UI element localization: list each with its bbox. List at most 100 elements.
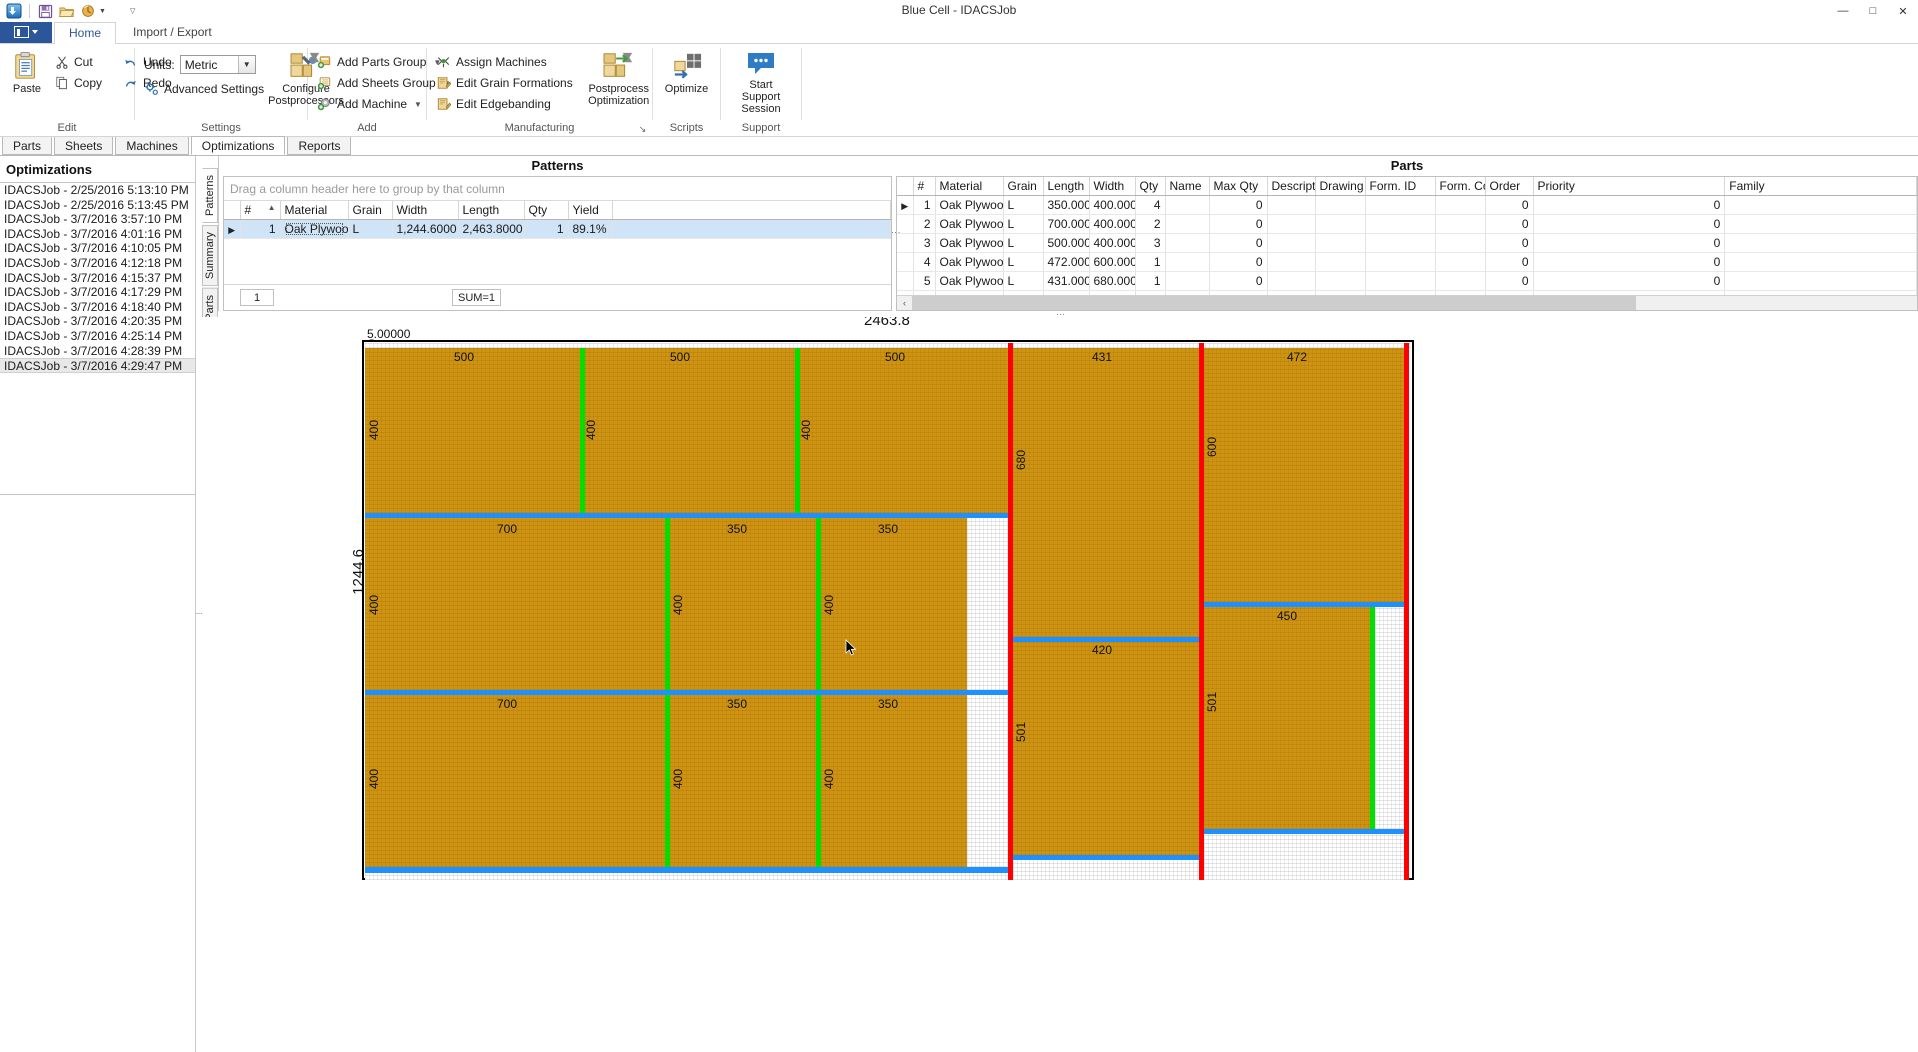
list-item[interactable]: IDACSJob - 3/7/2016 4:01:16 PM — [0, 227, 195, 242]
part-700x400-a[interactable] — [365, 518, 665, 690]
cut-button[interactable]: Cut — [51, 52, 109, 72]
tab-reports[interactable]: Reports — [287, 136, 352, 155]
list-item[interactable]: IDACSJob - 2/25/2016 5:13:10 PM — [0, 183, 195, 198]
scroll-track[interactable] — [912, 295, 1917, 310]
patterns-col-material[interactable]: Material — [280, 201, 349, 220]
app-icon[interactable] — [4, 1, 24, 21]
add-machine-label: Add Machine — [337, 97, 408, 111]
list-item[interactable]: IDACSJob - 3/7/2016 3:57:10 PM — [0, 212, 195, 227]
minimize-button[interactable]: — — [1828, 0, 1858, 22]
window-controls: — □ ✕ — [1828, 0, 1918, 22]
vtab-summary[interactable]: Summary — [202, 224, 218, 287]
parts-col-priority[interactable]: Priority — [1533, 177, 1726, 196]
parts-horizontal-scrollbar[interactable]: ‹ — [897, 295, 1917, 310]
optimize-button[interactable]: Optimize — [658, 48, 715, 98]
parts-col-material[interactable]: Material — [935, 177, 1004, 196]
parts-col-order[interactable]: Order — [1485, 177, 1534, 196]
ribbon-tab-import-export[interactable]: Import / Export — [118, 21, 227, 43]
list-item[interactable]: IDACSJob - 3/7/2016 4:20:35 PM — [0, 314, 195, 329]
part-350x400-c[interactable] — [670, 695, 816, 867]
part-500x400-c[interactable] — [800, 348, 1010, 513]
parts-col-drawing[interactable]: Drawing — [1315, 177, 1366, 196]
save-icon[interactable] — [35, 1, 55, 21]
tab-machines[interactable]: Machines — [115, 136, 189, 155]
table-row[interactable]: 3 Oak Plywood L 500.0000 400.0000 3 0 — [897, 233, 1917, 253]
list-item[interactable]: IDACSJob - 3/7/2016 4:10:05 PM — [0, 241, 195, 256]
parts-col-description[interactable]: Description — [1267, 177, 1316, 196]
file-menu-button[interactable] — [0, 21, 52, 43]
chevron-down-icon[interactable]: ▼ — [99, 8, 106, 15]
list-item[interactable]: IDACSJob - 3/7/2016 4:28:39 PM — [0, 344, 195, 359]
parts-col-length[interactable]: Length — [1043, 177, 1090, 196]
patterns-main: Patterns Drag a column header here to gr… — [219, 156, 896, 311]
part-350x400-b[interactable] — [821, 518, 967, 690]
scroll-thumb[interactable] — [912, 295, 1636, 310]
patterns-col-length[interactable]: Length — [458, 201, 525, 220]
parts-col-formcoord[interactable]: Form. Coord — [1435, 177, 1486, 196]
table-row[interactable]: ▶ 1 Oak Plywood L 350.0000 400.0000 4 0 — [897, 195, 1917, 215]
part-500x400-b[interactable] — [585, 348, 800, 513]
part-420x501[interactable] — [1013, 642, 1199, 855]
manufacturing-dialog-launcher[interactable]: ↘ — [636, 123, 649, 136]
part-350x400-d[interactable] — [821, 695, 967, 867]
hand-icon[interactable] — [79, 1, 99, 21]
parts-col-family[interactable]: Family — [1724, 177, 1917, 196]
start-support-session-button[interactable]: Start Support Session — [726, 48, 796, 118]
customize-icon[interactable]: ▽ — [130, 7, 135, 15]
patterns-col-width[interactable]: Width — [392, 201, 459, 220]
part-450x501[interactable] — [1204, 607, 1370, 829]
postprocess-optimization-button[interactable]: Postprocess Optimization — [586, 48, 652, 110]
copy-button[interactable]: Copy — [51, 73, 109, 93]
parts-col-qty[interactable]: Qty — [1135, 177, 1166, 196]
pattern-diagram[interactable]: 5.00000 5.00000 2463.8 1244.6 ⋯ 500 400 … — [202, 317, 1918, 1052]
assign-machines-button[interactable]: Assign Machines — [432, 52, 580, 72]
part-700x400-b[interactable] — [365, 695, 665, 867]
list-item[interactable]: IDACSJob - 3/7/2016 4:25:14 PM — [0, 329, 195, 344]
ribbon-tab-home[interactable]: Home — [54, 22, 117, 44]
cell-num: 4 — [913, 252, 936, 272]
parts-col-formid[interactable]: Form. ID — [1365, 177, 1436, 196]
part-431x680[interactable] — [1013, 348, 1199, 637]
list-item-selected[interactable]: IDACSJob - 3/7/2016 4:29:47 PM — [0, 358, 195, 373]
parts-col-name[interactable]: Name — [1165, 177, 1210, 196]
optimizations-list[interactable]: IDACSJob - 2/25/2016 5:13:10 PM IDACSJob… — [0, 182, 195, 495]
tab-optimizations[interactable]: Optimizations — [190, 136, 286, 155]
table-row[interactable]: 4 Oak Plywood L 472.0000 600.0000 1 0 — [897, 252, 1917, 272]
assign-machines-icon — [437, 57, 450, 68]
part-350x400-a[interactable] — [670, 518, 816, 690]
close-button[interactable]: ✕ — [1888, 0, 1918, 22]
list-item[interactable]: IDACSJob - 2/25/2016 5:13:45 PM — [0, 198, 195, 213]
list-item[interactable]: IDACSJob - 3/7/2016 4:12:18 PM — [0, 256, 195, 271]
edit-grain-formations-button[interactable]: Edit Grain Formations — [432, 73, 580, 93]
list-item[interactable]: IDACSJob - 3/7/2016 4:18:40 PM — [0, 300, 195, 315]
list-item[interactable]: IDACSJob - 3/7/2016 4:17:29 PM — [0, 285, 195, 300]
tab-sheets[interactable]: Sheets — [54, 136, 114, 155]
part-500x400-a[interactable] — [365, 348, 580, 513]
table-row[interactable]: ▶ 1 Oak Plywood L 1,244.6000 2,463.8000 … — [224, 219, 891, 239]
list-item[interactable]: IDACSJob - 3/7/2016 4:15:37 PM — [0, 271, 195, 286]
paste-button[interactable]: Paste — [5, 48, 49, 98]
cell-order: 0 — [1485, 271, 1534, 291]
open-folder-icon[interactable] — [57, 1, 77, 21]
parts-col-grain[interactable]: Grain — [1003, 177, 1044, 196]
patterns-col-num[interactable]: # ▲ — [240, 201, 281, 220]
table-row[interactable]: 2 Oak Plywood L 700.0000 400.0000 2 0 — [897, 214, 1917, 234]
ribbon-group-label-settings: Settings — [201, 122, 241, 134]
units-select[interactable]: Metric ▼ — [179, 55, 256, 74]
parts-col-num[interactable]: # — [913, 177, 936, 196]
parts-col-maxqty[interactable]: Max Qty — [1209, 177, 1268, 196]
scroll-left-arrow-icon[interactable]: ‹ — [897, 295, 912, 310]
patterns-col-qty[interactable]: Qty — [524, 201, 569, 220]
edit-edgebanding-button[interactable]: Edit Edgebanding — [432, 94, 580, 114]
advanced-settings-button[interactable]: Advanced Settings — [140, 78, 271, 99]
table-row[interactable]: 5 Oak Plywood L 431.0000 680.0000 1 0 — [897, 271, 1917, 291]
panel-resize-dots[interactable]: ⋮ — [891, 228, 901, 235]
patterns-col-grain[interactable]: Grain — [348, 201, 393, 220]
part-472x600[interactable] — [1204, 348, 1404, 602]
patterns-col-yield[interactable]: Yield — [568, 201, 613, 220]
patterns-group-panel[interactable]: Drag a column header here to group by th… — [224, 177, 891, 201]
maximize-button[interactable]: □ — [1858, 0, 1888, 22]
parts-col-width[interactable]: Width — [1089, 177, 1136, 196]
vtab-patterns[interactable]: Patterns — [202, 168, 218, 223]
tab-parts[interactable]: Parts — [2, 136, 53, 155]
